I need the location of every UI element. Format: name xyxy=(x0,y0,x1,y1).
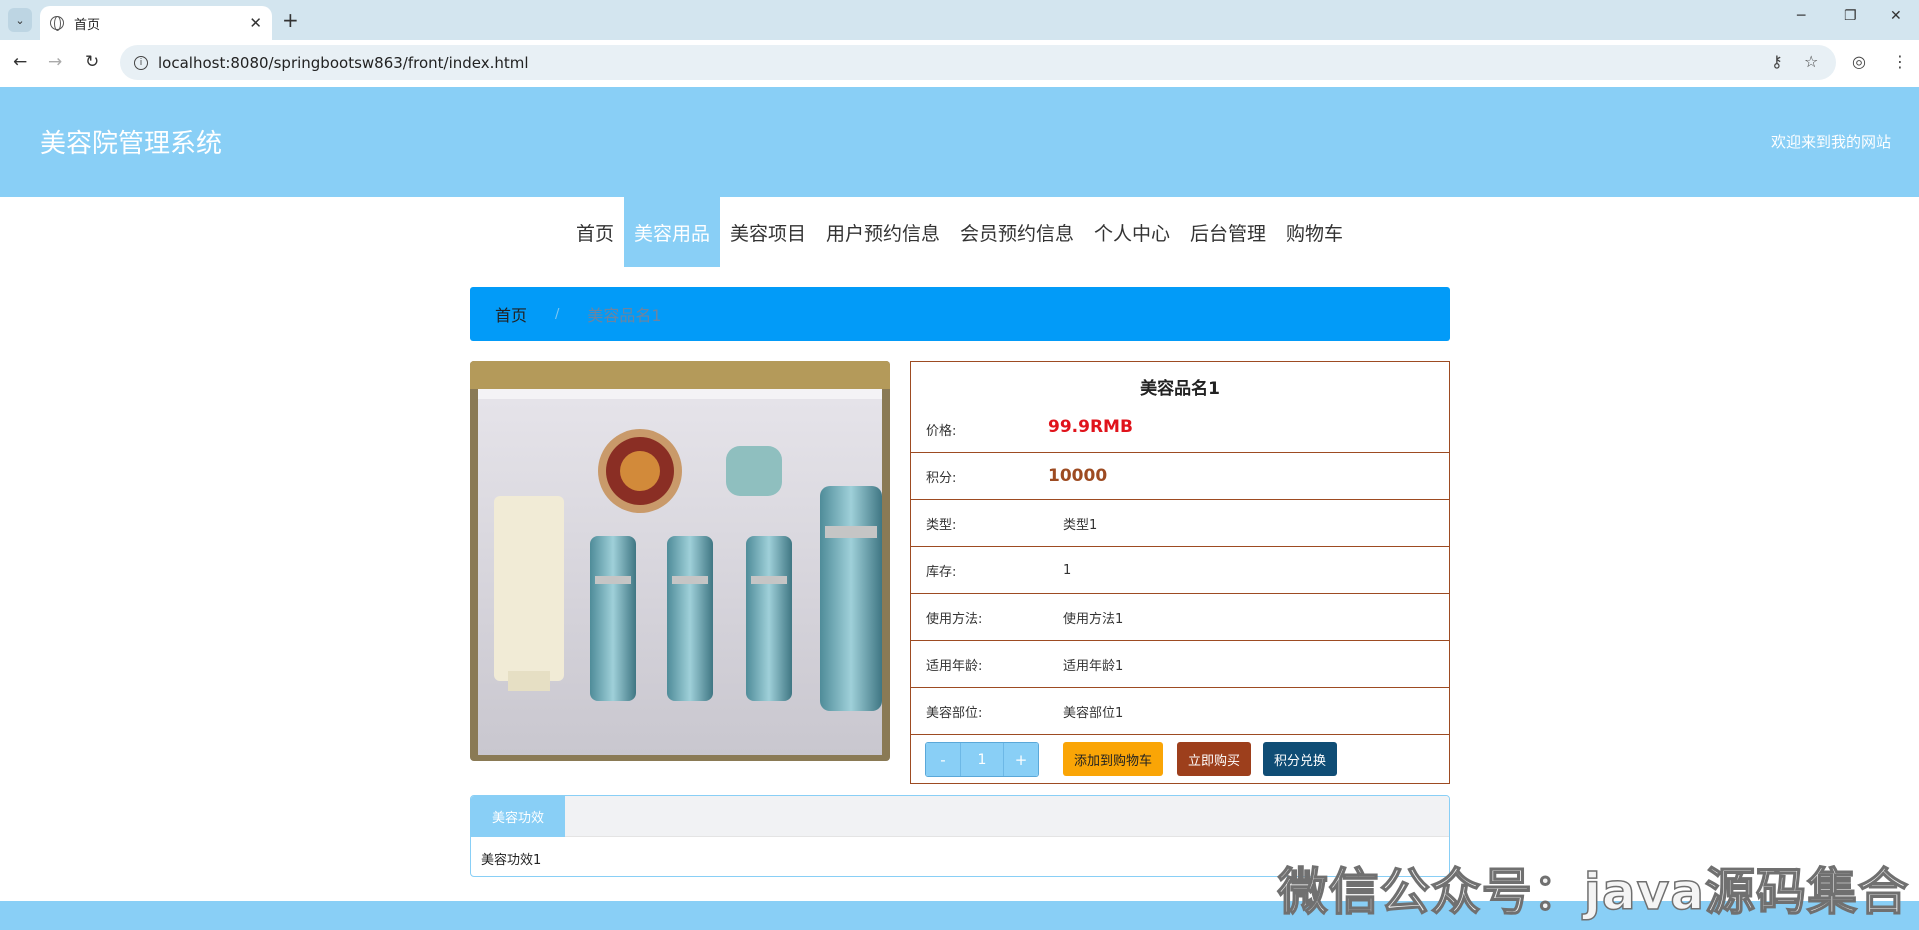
address-bar[interactable]: i localhost:8080/springbootsw863/front/i… xyxy=(120,45,1836,80)
window-close-icon[interactable]: ✕ xyxy=(1890,8,1902,24)
increase-quantity-button[interactable]: + xyxy=(1004,743,1038,776)
age-row: 适用年龄: 适用年龄1 xyxy=(911,641,1449,688)
area-label: 美容部位: xyxy=(926,705,983,721)
breadcrumb: 首页 / 美容品名1 xyxy=(470,287,1450,341)
tab-title: 首页 xyxy=(74,17,101,33)
nav-item-personal-center[interactable]: 个人中心 xyxy=(1084,197,1180,267)
price-value: 99.9RMB xyxy=(1048,417,1133,437)
price-label: 价格: xyxy=(926,424,957,439)
decrease-quantity-button[interactable]: - xyxy=(926,743,960,776)
breadcrumb-home[interactable]: 首页 xyxy=(495,302,527,326)
type-value: 类型1 xyxy=(1063,517,1098,533)
restore-icon[interactable]: ❐ xyxy=(1844,8,1857,24)
site-title: 美容院管理系统 xyxy=(40,129,223,159)
nav-item-member-appointments[interactable]: 会员预约信息 xyxy=(950,197,1084,267)
site-info-icon[interactable]: i xyxy=(134,55,148,70)
new-tab-button[interactable]: + xyxy=(282,8,299,32)
address-bar-row: ← → ↻ i localhost:8080/springbootsw863/f… xyxy=(0,40,1919,87)
area-row: 美容部位: 美容部位1 xyxy=(911,688,1449,735)
nav-item-cart[interactable]: 购物车 xyxy=(1276,197,1353,267)
points-row: 积分: 10000 xyxy=(911,453,1449,500)
usage-value: 使用方法1 xyxy=(1063,611,1124,627)
profile-icon[interactable]: ◎ xyxy=(1852,52,1866,71)
tab-beauty-effect[interactable]: 美容功效 xyxy=(471,796,565,837)
watermark-text: 微信公众号：java源码集合 xyxy=(1277,862,1909,922)
more-menu-icon[interactable]: ⋮ xyxy=(1892,52,1908,71)
usage-label: 使用方法: xyxy=(926,611,983,627)
breadcrumb-separator: / xyxy=(555,306,560,322)
stock-row: 库存: 1 xyxy=(911,547,1449,594)
welcome-text: 欢迎来到我的网站 xyxy=(1770,133,1891,151)
nav-item-admin[interactable]: 后台管理 xyxy=(1180,197,1276,267)
password-key-icon[interactable]: ⚷ xyxy=(1771,52,1783,71)
name-price-row: 美容品名1 价格: 99.9RMB xyxy=(911,362,1449,453)
quantity-stepper: - 1 + xyxy=(925,742,1039,777)
breadcrumb-current: 美容品名1 xyxy=(587,306,662,325)
buy-now-button[interactable]: 立即购买 xyxy=(1177,742,1252,776)
forward-icon[interactable]: → xyxy=(48,52,62,72)
site-header: 美容院管理系统 欢迎来到我的网站 xyxy=(0,87,1919,197)
product-image xyxy=(470,361,890,761)
type-label: 类型: xyxy=(926,517,957,533)
nav-item-user-appointments[interactable]: 用户预约信息 xyxy=(816,197,950,267)
actions-row: - 1 + 添加到购物车 立即购买 积分兑换 xyxy=(911,735,1449,784)
quantity-input[interactable]: 1 xyxy=(960,743,1004,776)
nav-item-beauty-products[interactable]: 美容用品 xyxy=(623,197,720,267)
globe-icon xyxy=(50,16,64,31)
product-detail-panel: 美容品名1 价格: 99.9RMB 积分: 10000 类型: 类型1 库存: … xyxy=(910,361,1450,784)
points-label: 积分: xyxy=(926,470,957,486)
area-value: 美容部位1 xyxy=(1063,705,1124,721)
points-value: 10000 xyxy=(1048,466,1108,486)
product-photo-illustration xyxy=(470,361,890,761)
points-exchange-button[interactable]: 积分兑换 xyxy=(1263,742,1338,776)
main-nav: 首页 美容用品 美容项目 用户预约信息 会员预约信息 个人中心 后台管理 购物车 xyxy=(0,197,1919,267)
tab-search-chevron-icon[interactable]: ⌄ xyxy=(8,8,32,32)
usage-row: 使用方法: 使用方法1 xyxy=(911,594,1449,641)
browser-tab[interactable]: 首页 ✕ xyxy=(40,6,272,40)
close-tab-icon[interactable]: ✕ xyxy=(249,14,262,32)
stock-value: 1 xyxy=(1063,562,1072,578)
back-icon[interactable]: ← xyxy=(13,52,27,72)
add-to-cart-button[interactable]: 添加到购物车 xyxy=(1063,742,1164,776)
nav-item-beauty-projects[interactable]: 美容项目 xyxy=(720,197,816,267)
stock-label: 库存: xyxy=(926,564,957,580)
browser-tab-bar: ⌄ 首页 ✕ + ─ ❐ ✕ xyxy=(0,0,1919,40)
url-text: localhost:8080/springbootsw863/front/ind… xyxy=(158,53,529,72)
nav-item-home[interactable]: 首页 xyxy=(566,197,624,267)
age-value: 适用年龄1 xyxy=(1063,658,1124,674)
age-label: 适用年龄: xyxy=(926,658,983,674)
minimize-icon[interactable]: ─ xyxy=(1797,8,1805,24)
effect-tab-strip: 美容功效 xyxy=(471,796,1449,837)
reload-icon[interactable]: ↻ xyxy=(85,52,99,72)
product-name: 美容品名1 xyxy=(1140,379,1220,399)
bookmark-star-icon[interactable]: ☆ xyxy=(1804,52,1818,71)
type-row: 类型: 类型1 xyxy=(911,500,1449,547)
